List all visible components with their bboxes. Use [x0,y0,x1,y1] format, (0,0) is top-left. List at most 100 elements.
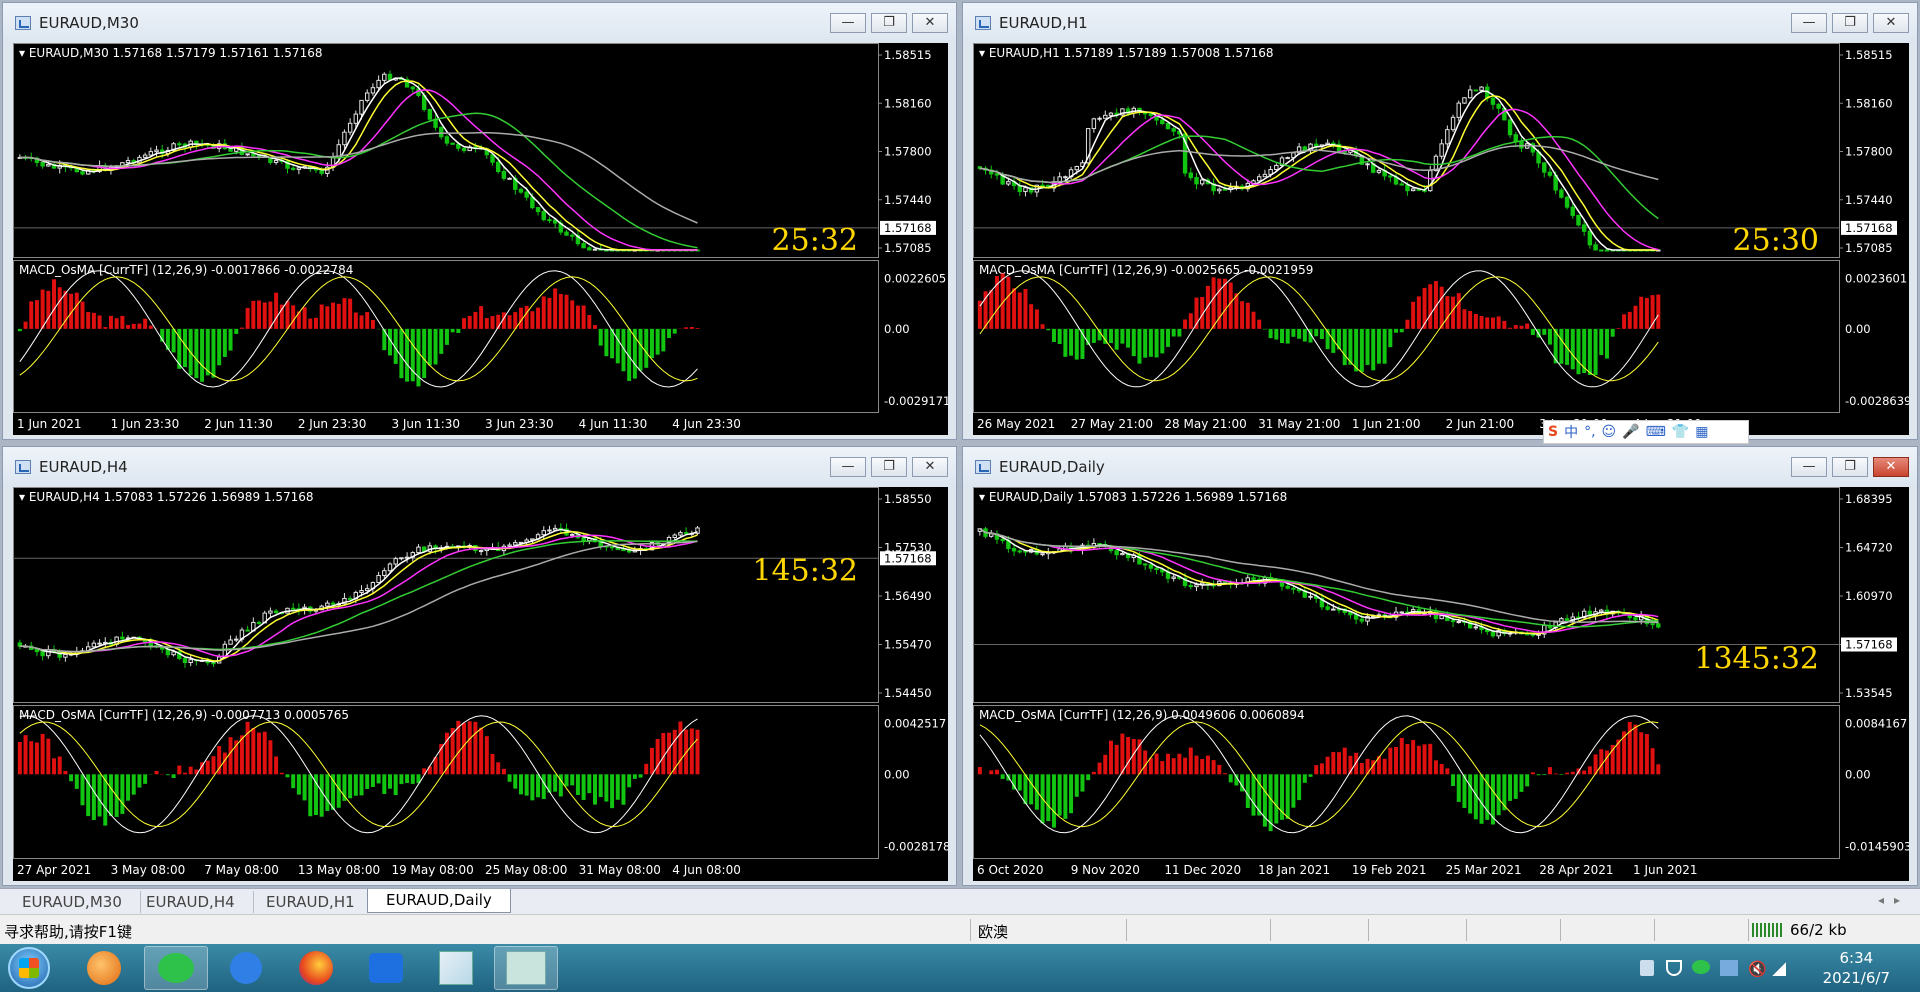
chart-window-d1[interactable]: EURAUD,Daily — ❐ ✕ ▾ EURAUD,Daily 1.5708… [962,446,1918,886]
shirt-icon[interactable]: 👕 [1672,424,1689,440]
tab-euraud-daily[interactable]: EURAUD,Daily [367,889,511,913]
mt4-icon [506,951,546,985]
status-symbol-text: 欧澳 [978,923,1009,941]
taskbar-clock[interactable]: 6:34 2021/6/7 [1823,948,1890,988]
wechat-icon [158,953,194,983]
macd-scale-label: 0.00 [1845,767,1871,781]
shield-icon[interactable] [1666,960,1682,976]
macd-scale-label: -0.0029171 [884,394,948,408]
firefox-icon [299,951,333,985]
macd-scale-label: -0.0028639 [1845,394,1909,408]
maximize-button[interactable]: ❐ [871,13,907,33]
time-axis-label: 1 Jun 23:30 [110,417,180,431]
time-axis-label: 11 Dec 2020 [1164,863,1242,877]
time-axis-label: 3 May 08:00 [110,863,186,877]
taskbar-app-mt4[interactable] [494,946,558,990]
price-scale-label: 1.58515 [884,48,932,62]
taskbar-app-pen[interactable] [214,946,278,990]
window-titlebar[interactable]: EURAUD,M30 — ❐ ✕ [3,3,956,43]
windows-logo-icon [19,958,39,978]
chart-window-h4[interactable]: EURAUD,H4 — ❐ ✕ ▾ EURAUD,H4 1.57083 1.57… [2,446,957,886]
lark-icon [369,953,403,983]
start-button[interactable] [8,947,50,989]
minimize-button[interactable]: — [1791,457,1827,477]
minimize-button[interactable]: — [830,457,866,477]
macd-scale-label: 0.00 [1845,322,1871,336]
price-scale-label: 1.56490 [884,589,932,603]
time-axis-label: 18 Jan 2021 [1258,863,1331,877]
bar-countdown-timer: 145:32 [752,553,858,588]
chart-area[interactable]: ▾ EURAUD,H4 1.57083 1.57226 1.56989 1.57… [13,487,948,859]
price-scale-label: 1.58515 [1845,48,1893,62]
time-axis: 6 Oct 2020 9 Nov 2020 11 Dec 2020 18 Jan 20… [973,859,1909,881]
price-scale-label: 1.57440 [884,193,932,207]
price-chart-svg: ▾ EURAUD,Daily 1.57083 1.57226 1.56989 1… [973,487,1909,859]
minimize-button[interactable]: — [1791,13,1827,33]
close-button[interactable]: ✕ [912,13,948,33]
taskbar-app-wechat[interactable] [144,946,208,990]
tab-scroll-arrows[interactable]: ◂▸ [1878,893,1910,907]
chart-window-icon [975,460,991,474]
minimize-button[interactable]: — [830,13,866,33]
taskbar-app-firefox[interactable] [284,946,348,990]
current-price-label: 1.57168 [1845,638,1893,652]
price-scale-label: 1.54450 [884,686,932,700]
chart-area[interactable]: ▾ EURAUD,Daily 1.57083 1.57226 1.56989 1… [973,487,1909,859]
close-button[interactable]: ✕ [1873,13,1909,33]
macd-scale-label: 0.0084167 [1845,716,1907,730]
close-button[interactable]: ✕ [912,457,948,477]
volume-muted-icon[interactable]: 🔇 [1748,960,1767,978]
punct-icon[interactable]: °, [1584,424,1595,440]
macd-scale-label: 0.00 [884,322,910,336]
tab-euraud-h4[interactable]: EURAUD,H4 [128,891,254,913]
time-axis-label: 19 May 08:00 [391,863,474,877]
maximize-button[interactable]: ❐ [1832,457,1868,477]
tab-euraud-m30[interactable]: EURAUD,M30 [4,891,141,913]
price-scale-label: 1.55470 [884,638,932,652]
price-scale-label: 1.58550 [884,492,932,506]
wechat-tray-icon[interactable] [1692,960,1710,974]
time-axis-label: 9 Nov 2020 [1070,863,1140,877]
maximize-button[interactable]: ❐ [871,457,907,477]
bar-countdown-timer: 25:32 [772,223,858,258]
chart-area[interactable]: ▾ EURAUD,H1 1.57189 1.57189 1.57008 1.57… [973,43,1909,413]
usb-icon[interactable] [1640,960,1654,976]
chart-area[interactable]: ▾ EURAUD,M30 1.57168 1.57179 1.57161 1.5… [13,43,948,413]
window-titlebar[interactable]: EURAUD,Daily — ❐ ✕ [963,447,1917,487]
time-axis-label: 3 Jun 11:30 [391,417,461,431]
ime-lang-label[interactable]: 中 [1564,422,1578,442]
time-axis-label: 13 May 08:00 [297,863,381,877]
signal-icon[interactable] [1772,962,1786,976]
macd-scale-label: -0.0028178 [884,840,948,854]
time-axis: 27 Apr 2021 3 May 08:00 7 May 08:00 13 May … [13,859,948,881]
time-axis-label: 25 Mar 2021 [1445,863,1522,877]
close-button[interactable]: ✕ [1873,457,1909,477]
price-scale-label: 1.53545 [1845,686,1893,700]
maximize-button[interactable]: ❐ [1832,13,1868,33]
price-scale-label: 1.58160 [1845,96,1893,110]
taskbar-app-paint[interactable] [424,946,488,990]
price-chart-svg: ▾ EURAUD,H4 1.57083 1.57226 1.56989 1.57… [13,487,948,859]
window-titlebar[interactable]: EURAUD,H1 — ❐ ✕ [963,3,1917,43]
chart-window-h1[interactable]: EURAUD,H1 — ❐ ✕ ▾ EURAUD,H1 1.57189 1.57… [962,2,1918,440]
price-scale-label: 1.57085 [1845,241,1893,255]
window-title: EURAUD,Daily [999,458,1105,476]
current-price-label: 1.57168 [1845,221,1893,235]
time-axis-label: 27 Apr 2021 [17,863,92,877]
grid-icon[interactable]: ▦ [1695,424,1708,440]
price-scale-label: 1.64720 [1845,541,1893,555]
price-scale-label: 1.57085 [884,241,932,255]
mic-icon[interactable]: 🎤 [1622,424,1639,440]
ime-toolbar[interactable]: S 中 °, ☺ 🎤 ⌨ 👕 ▦ [1543,420,1749,444]
keyboard-icon[interactable]: ⌨ [1646,424,1666,440]
time-axis-label: 2 Jun 21:00 [1445,417,1515,431]
window-titlebar[interactable]: EURAUD,H4 — ❐ ✕ [3,447,956,487]
macd-scale-label: -0.0145903 [1845,840,1909,854]
chart-window-m30[interactable]: EURAUD,M30 — ❐ ✕ ▾ EURAUD,M30 1.57168 1.… [2,2,957,440]
macd-scale-label: 0.0022605 [884,271,946,285]
emoji-icon[interactable]: ☺ [1602,424,1617,440]
network-icon[interactable] [1720,960,1738,976]
tab-euraud-h1[interactable]: EURAUD,H1 [248,891,374,913]
taskbar-app-lark[interactable] [354,946,418,990]
taskbar-app-orange[interactable] [72,946,136,990]
